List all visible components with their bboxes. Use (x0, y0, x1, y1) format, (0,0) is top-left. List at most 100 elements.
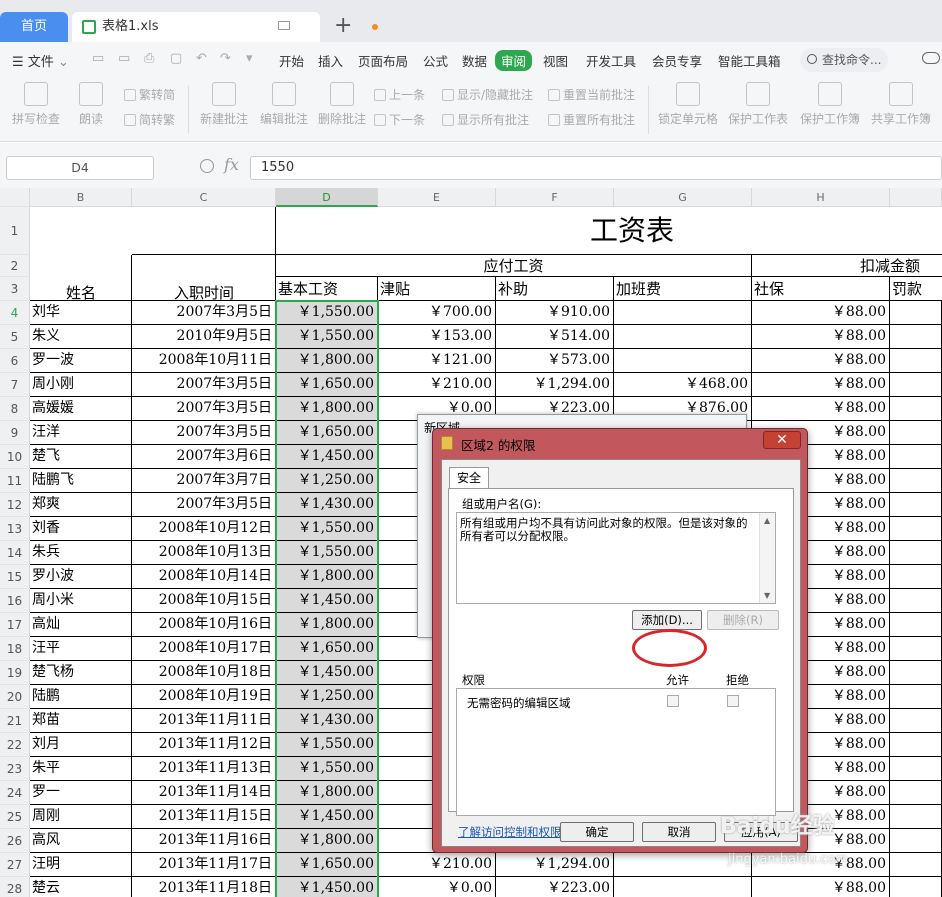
column-header-d[interactable]: D (276, 188, 378, 207)
name-box[interactable]: D4 (6, 156, 154, 180)
cell-base[interactable]: ￥1,450.00 (276, 805, 378, 829)
more-icon[interactable]: ▾ (246, 51, 253, 66)
reset-all-comments-button[interactable]: 重置所有批注 (548, 111, 635, 128)
row-header[interactable]: 12 (0, 493, 30, 517)
menu-tab-dev[interactable]: 开发工具 (586, 51, 636, 70)
scrollbar[interactable]: ▲ ▼ (759, 513, 775, 603)
cell-name[interactable]: 汪洋 (30, 421, 132, 445)
redo-icon[interactable]: ↷ (220, 51, 231, 66)
cell-subsidy[interactable]: ￥910.00 (496, 301, 614, 325)
cloud-icon[interactable] (922, 52, 940, 64)
row-header[interactable]: 5 (0, 325, 30, 349)
row-header[interactable]: 2 (0, 255, 30, 277)
cell-name[interactable]: 刘华 (30, 301, 132, 325)
cell-base[interactable]: ￥1,450.00 (276, 589, 378, 613)
file-menu-button[interactable]: ☰ 文件 ⌄ (12, 51, 69, 70)
export-icon[interactable]: ▭ (118, 51, 130, 66)
cell-date[interactable]: 2013年11月17日 (132, 853, 276, 877)
cell-social[interactable]: ￥88.00 (752, 325, 890, 349)
edit-comment-button[interactable]: 编辑批注 (256, 82, 312, 127)
row-header[interactable]: 22 (0, 733, 30, 757)
cell-base[interactable]: ￥1,430.00 (276, 709, 378, 733)
cell-name[interactable]: 楚云 (30, 877, 132, 897)
cell-allowance[interactable]: ￥210.00 (378, 853, 496, 877)
row-header[interactable]: 21 (0, 709, 30, 733)
cell-base[interactable]: ￥1,650.00 (276, 853, 378, 877)
cell-fine[interactable] (890, 637, 942, 661)
cell-fine[interactable] (890, 589, 942, 613)
cell-base[interactable]: ￥1,800.00 (276, 349, 378, 373)
cell-date[interactable]: 2008年10月11日 (132, 349, 276, 373)
fx-icon[interactable]: fx (224, 155, 239, 174)
simp-to-trad-button[interactable]: 简转繁 (124, 111, 175, 128)
cell-date[interactable]: 2008年10月12日 (132, 517, 276, 541)
read-aloud-button[interactable]: 朗读 (74, 82, 108, 127)
cell-fine[interactable] (890, 829, 942, 853)
cell-subsidy[interactable]: ￥1,294.00 (496, 373, 614, 397)
cell-fine[interactable] (890, 805, 942, 829)
cell-social[interactable]: ￥88.00 (752, 301, 890, 325)
cell-name[interactable]: 郑爽 (30, 493, 132, 517)
cell-date[interactable]: 2007年3月5日 (132, 301, 276, 325)
cell-base[interactable]: ￥1,250.00 (276, 469, 378, 493)
cell-name[interactable]: 朱平 (30, 757, 132, 781)
row-header[interactable]: 6 (0, 349, 30, 373)
scroll-up-icon[interactable]: ▲ (764, 516, 770, 525)
new-comment-button[interactable]: 新建批注 (196, 82, 252, 127)
column-header-c[interactable]: C (132, 188, 276, 207)
cell-fine[interactable] (890, 445, 942, 469)
cell-name[interactable]: 罗一 (30, 781, 132, 805)
cell-name[interactable]: 刘香 (30, 517, 132, 541)
cell-fine[interactable] (890, 517, 942, 541)
cell-name[interactable]: 朱义 (30, 325, 132, 349)
cell-name[interactable]: 高灿 (30, 613, 132, 637)
trad-to-simp-button[interactable]: 繁转简 (124, 86, 175, 103)
cell-social[interactable]: ￥88.00 (752, 373, 890, 397)
cancel-button[interactable]: 取消 (642, 822, 716, 842)
cell-fine[interactable] (890, 661, 942, 685)
cell-date[interactable]: 2008年10月13日 (132, 541, 276, 565)
dialog-titlebar[interactable]: 区域2 的权限 ✕ (433, 429, 807, 457)
cell-base[interactable]: ￥1,550.00 (276, 517, 378, 541)
cell-fine[interactable] (890, 565, 942, 589)
cell-date[interactable]: 2013年11月15日 (132, 805, 276, 829)
cell-date[interactable]: 2013年11月14日 (132, 781, 276, 805)
cell-fine[interactable] (890, 301, 942, 325)
cell-date[interactable]: 2007年3月5日 (132, 373, 276, 397)
cell-base[interactable]: ￥1,800.00 (276, 565, 378, 589)
cell-name[interactable]: 高媛媛 (30, 397, 132, 421)
add-button[interactable]: 添加(D)... (632, 610, 702, 630)
cell-allowance[interactable]: ￥121.00 (378, 349, 496, 373)
cell-date[interactable]: 2008年10月19日 (132, 685, 276, 709)
new-tab-button[interactable]: + (334, 13, 352, 39)
command-search[interactable]: 查找命令... (800, 48, 888, 72)
cell-fine[interactable] (890, 493, 942, 517)
column-header-e[interactable]: E (378, 188, 496, 207)
column-header-b[interactable]: B (30, 188, 132, 207)
column-header-h[interactable]: H (752, 188, 890, 207)
cell-social[interactable]: ￥88.00 (752, 397, 890, 421)
cell-subsidy[interactable]: ￥1,294.00 (496, 853, 614, 877)
cell-base[interactable]: ￥1,550.00 (276, 733, 378, 757)
cell-date[interactable]: 2007年3月5日 (132, 421, 276, 445)
menu-tab-data[interactable]: 数据 (462, 51, 487, 70)
cell-base[interactable]: ￥1,800.00 (276, 613, 378, 637)
zoom-icon[interactable] (200, 159, 214, 173)
show-all-comments-button[interactable]: 显示所有批注 (442, 111, 529, 128)
group-list[interactable]: 所有组或用户均不具有访问此对象的权限。但是该对象的所有者可以分配权限。 ▲ ▼ (456, 512, 776, 604)
cell-date[interactable]: 2008年10月17日 (132, 637, 276, 661)
row-header[interactable]: 15 (0, 565, 30, 589)
tab-security[interactable]: 安全 (449, 467, 489, 489)
cell-fine[interactable] (890, 685, 942, 709)
cell-name[interactable]: 陆鹏飞 (30, 469, 132, 493)
row-header[interactable]: 4 (0, 301, 30, 325)
row-header[interactable]: 7 (0, 373, 30, 397)
row-header[interactable]: 23 (0, 757, 30, 781)
cell-base[interactable]: ￥1,450.00 (276, 661, 378, 685)
cell-date[interactable]: 2013年11月16日 (132, 829, 276, 853)
cell-allowance[interactable]: ￥0.00 (378, 877, 496, 897)
row-header[interactable]: 17 (0, 613, 30, 637)
cell-overtime[interactable] (614, 877, 752, 897)
cell-fine[interactable] (890, 709, 942, 733)
cell-date[interactable]: 2013年11月13日 (132, 757, 276, 781)
